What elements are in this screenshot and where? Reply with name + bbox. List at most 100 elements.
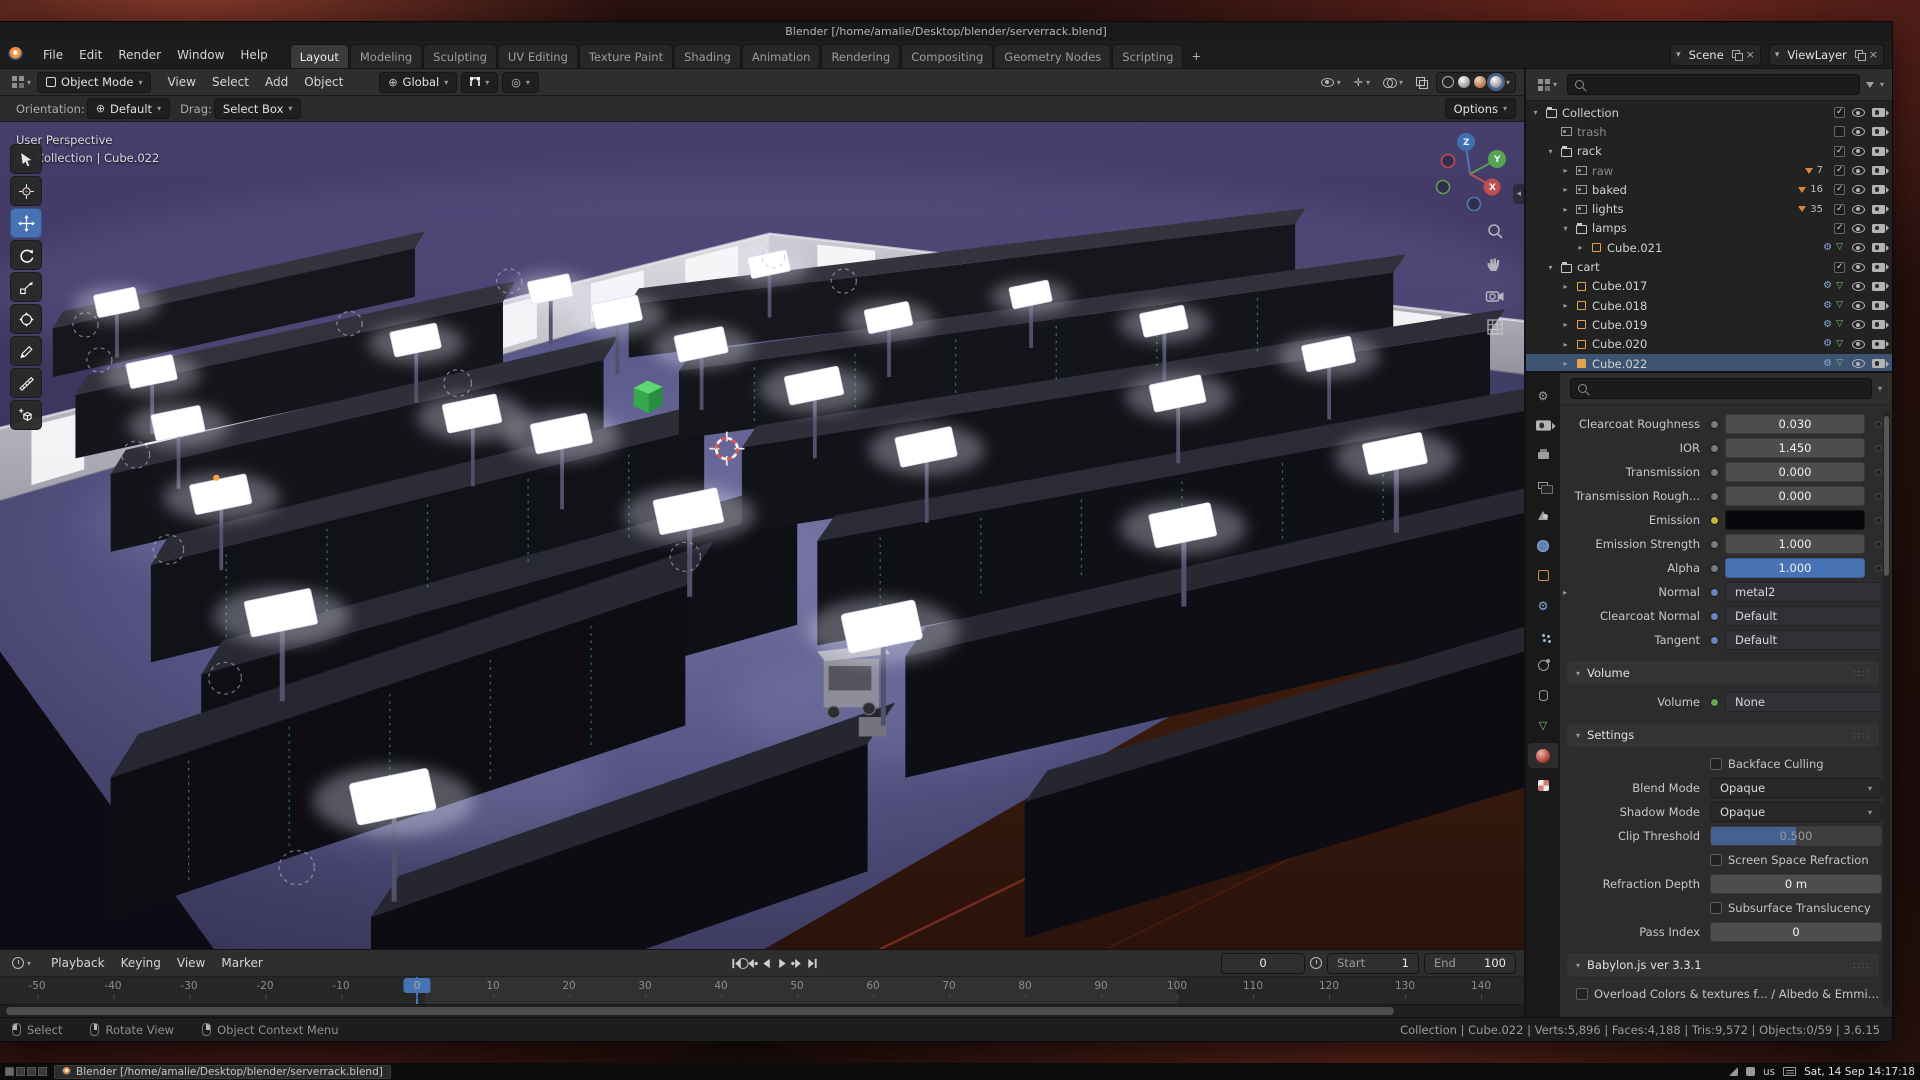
tool-transform-button[interactable] — [10, 304, 42, 334]
workspace-tab-shading[interactable]: Shading — [674, 44, 741, 68]
section-header-volume[interactable]: ▾Volume:::: — [1566, 660, 1880, 686]
new-scene-icon[interactable] — [1732, 50, 1741, 59]
properties-search-input[interactable] — [1570, 378, 1872, 399]
tool-select-box-button[interactable] — [10, 144, 42, 174]
drag-mode-dropdown[interactable]: Select Box ▾ — [214, 98, 302, 119]
chevron-down-icon[interactable]: ▾ — [1878, 384, 1882, 393]
hide-in-viewport-icon[interactable] — [1852, 263, 1865, 272]
workspace-tab-compositing[interactable]: Compositing — [901, 44, 993, 68]
exclude-checkbox[interactable] — [1834, 184, 1845, 195]
disable-in-renders-icon[interactable] — [1872, 166, 1885, 175]
timeline-ruler[interactable]: 0 -50-40-30-20-1001020304050607080901001… — [0, 977, 1524, 1017]
section-header-settings[interactable]: ▾Settings:::: — [1566, 722, 1880, 748]
decorator-icon[interactable] — [1875, 469, 1882, 476]
overlays-dropdown[interactable]: ▾ — [1379, 76, 1407, 89]
pager-workspace-2[interactable] — [16, 1067, 25, 1076]
expand-icon[interactable]: ▸ — [1563, 588, 1567, 597]
disable-in-renders-icon[interactable] — [1872, 108, 1885, 117]
sidebar-collapse-arrow[interactable]: ◂ — [1513, 184, 1524, 204]
expand-icon[interactable]: ▾ — [1530, 108, 1541, 117]
value-slider[interactable]: 1.000 — [1725, 558, 1865, 578]
decorator-icon[interactable] — [1875, 493, 1882, 500]
properties-tab-tool[interactable]: ⚙ — [1528, 383, 1558, 408]
keyboard-layout-indicator[interactable]: us — [1763, 1066, 1775, 1078]
workspace-tab-layout[interactable]: Layout — [290, 44, 349, 68]
workspace-tab-animation[interactable]: Animation — [742, 44, 821, 68]
hide-in-viewport-icon[interactable] — [1852, 243, 1865, 252]
checkbox[interactable] — [1710, 758, 1722, 770]
start-frame-field[interactable]: Start 1 — [1327, 953, 1419, 974]
taskbar-window-button[interactable]: Blender [/home/amalie/Desktop/blender/se… — [54, 1065, 391, 1079]
disable-in-renders-icon[interactable] — [1872, 359, 1885, 368]
outliner-row-trash[interactable]: trash — [1526, 122, 1892, 141]
outliner-row-cube-019[interactable]: ▸Cube.019⚙▽ — [1526, 315, 1892, 334]
outliner-editor-type-button[interactable]: ▾ — [1534, 77, 1561, 93]
workspace-tab-rendering[interactable]: Rendering — [821, 44, 900, 68]
disable-in-renders-icon[interactable] — [1872, 147, 1885, 156]
menu-help[interactable]: Help — [232, 45, 275, 65]
camera-view-icon[interactable] — [1484, 284, 1506, 306]
decorator-icon[interactable] — [1875, 517, 1882, 524]
outliner-row-rack[interactable]: ▾rack — [1526, 142, 1892, 161]
timeline-menu-view[interactable]: View — [169, 953, 213, 973]
end-frame-field[interactable]: End 100 — [1424, 953, 1516, 974]
previous-keyframe-button[interactable] — [745, 954, 760, 972]
properties-tab-physics[interactable] — [1528, 653, 1558, 678]
outliner-row-cube-021[interactable]: ▸Cube.021⚙▽ — [1526, 238, 1892, 257]
outliner-row-cart[interactable]: ▾cart — [1526, 257, 1892, 276]
expand-icon[interactable]: ▸ — [1560, 185, 1571, 194]
properties-tab-texture[interactable] — [1528, 773, 1558, 798]
exclude-checkbox[interactable] — [1834, 204, 1845, 215]
viewport-menu-add[interactable]: Add — [257, 72, 296, 92]
disable-in-renders-icon[interactable] — [1872, 185, 1885, 194]
outliner-row-cube-022[interactable]: ▸Cube.022⚙▽ — [1526, 354, 1892, 371]
exclude-checkbox[interactable] — [1834, 223, 1845, 234]
play-reverse-button[interactable] — [760, 954, 775, 972]
expand-icon[interactable]: ▸ — [1560, 166, 1571, 175]
editor-type-button[interactable]: ▾ — [8, 74, 35, 90]
workspace-tab-modeling[interactable]: Modeling — [350, 44, 422, 68]
color-swatch[interactable] — [1725, 510, 1865, 530]
unlink-scene-icon[interactable]: × — [1746, 49, 1755, 60]
link-field[interactable]: metal2 — [1725, 582, 1882, 602]
scrollbar-handle[interactable] — [6, 1007, 1394, 1015]
menu-file[interactable]: File — [35, 45, 71, 65]
value-slider[interactable]: 0 m — [1710, 874, 1882, 894]
properties-tab-modifiers[interactable]: ⚙ — [1528, 593, 1558, 618]
properties-tab-scene[interactable] — [1528, 503, 1558, 528]
disable-in-renders-icon[interactable] — [1872, 301, 1885, 310]
dropdown[interactable]: Opaque▾ — [1710, 778, 1882, 798]
link-field[interactable]: Default — [1725, 606, 1882, 626]
expand-icon[interactable]: ▾ — [1545, 147, 1556, 156]
decorator-icon[interactable] — [1875, 421, 1882, 428]
menu-edit[interactable]: Edit — [71, 45, 110, 65]
expand-icon[interactable]: ▾ — [1545, 263, 1556, 272]
link-field[interactable]: None — [1725, 692, 1882, 712]
navigation-gizmo[interactable]: Z Y X — [1428, 128, 1512, 215]
hide-in-viewport-icon[interactable] — [1852, 205, 1865, 214]
outliner-row-lamps[interactable]: ▾lamps — [1526, 219, 1892, 238]
hide-in-viewport-icon[interactable] — [1852, 282, 1865, 291]
material-preview-button[interactable] — [1474, 76, 1486, 88]
exclude-checkbox[interactable] — [1834, 107, 1845, 118]
zoom-icon[interactable] — [1484, 220, 1506, 242]
jump-to-end-button[interactable] — [805, 954, 820, 972]
hide-in-viewport-icon[interactable] — [1852, 127, 1865, 136]
properties-tab-material[interactable] — [1528, 743, 1558, 768]
workspace-tab-geometry-nodes[interactable]: Geometry Nodes — [994, 44, 1111, 68]
properties-tab-output[interactable] — [1528, 443, 1558, 468]
viewlayer-selector[interactable]: ▾ ViewLayer × — [1769, 44, 1884, 66]
jump-to-start-button[interactable] — [730, 954, 745, 972]
wireframe-shading-button[interactable] — [1442, 76, 1454, 88]
hide-in-viewport-icon[interactable] — [1852, 224, 1865, 233]
menu-render[interactable]: Render — [110, 45, 169, 65]
pager-workspace-1[interactable] — [5, 1067, 14, 1076]
timeline-menu-keying[interactable]: Keying — [113, 953, 169, 973]
exclude-checkbox[interactable] — [1834, 165, 1845, 176]
disable-in-renders-icon[interactable] — [1872, 224, 1885, 233]
workspace-add-button[interactable]: + — [1184, 44, 1208, 68]
disable-in-renders-icon[interactable] — [1872, 282, 1885, 291]
properties-tab-render[interactable] — [1528, 413, 1558, 438]
network-icon[interactable] — [1729, 1067, 1738, 1076]
visibility-dropdown[interactable]: ▾ — [1317, 76, 1345, 89]
